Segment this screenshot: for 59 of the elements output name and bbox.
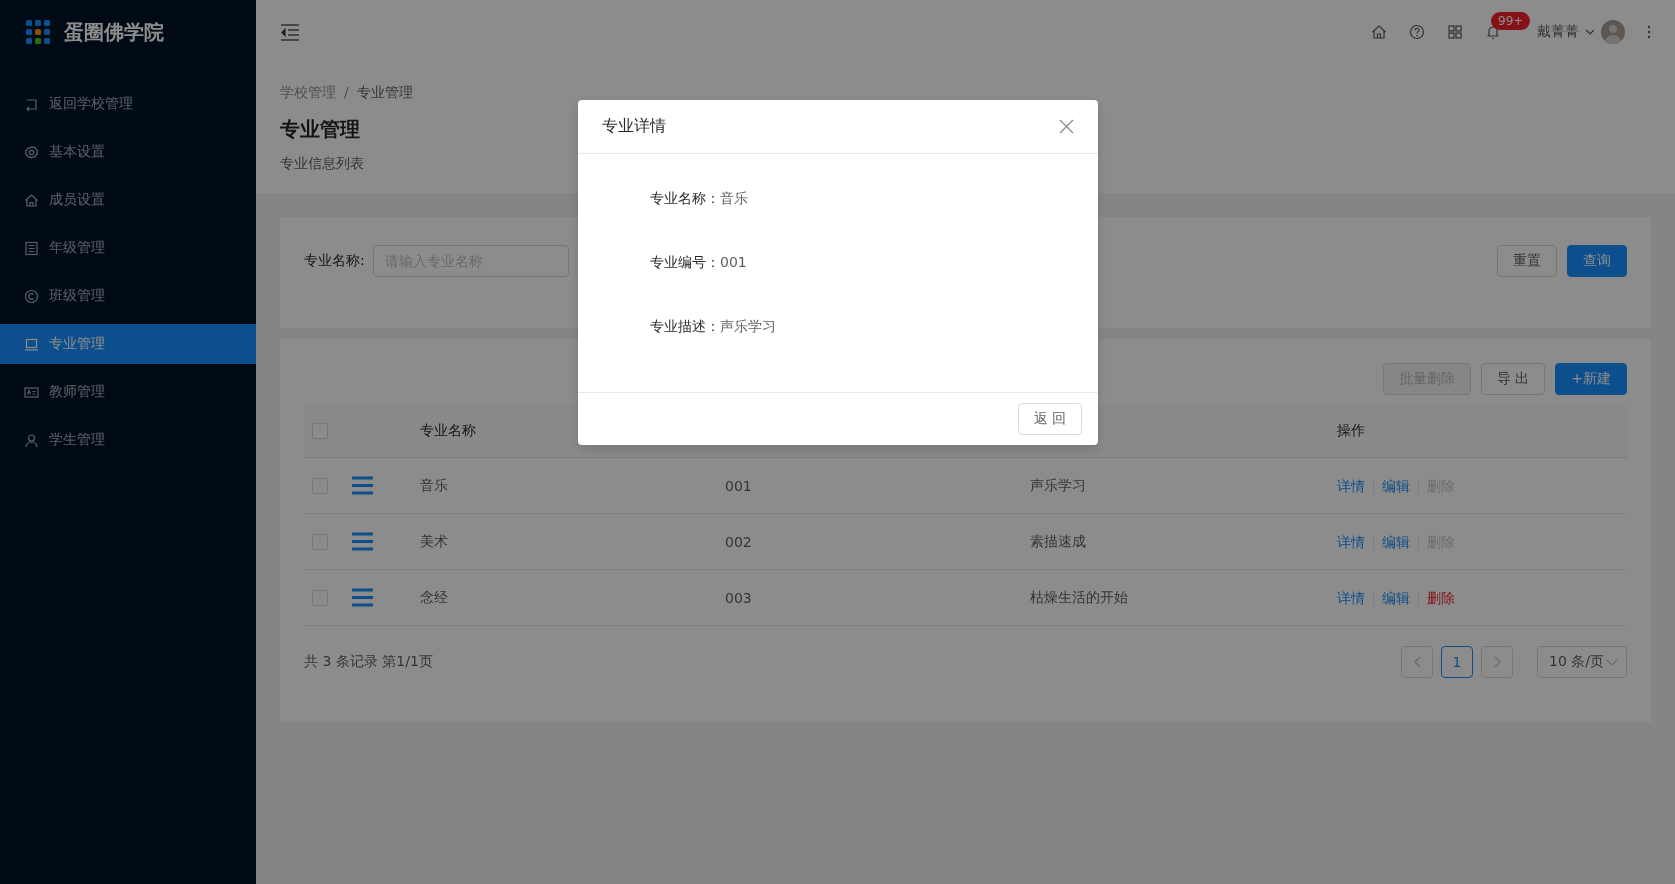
avatar-icon	[1601, 20, 1625, 44]
action-link[interactable]: 编辑	[1373, 590, 1418, 605]
close-icon[interactable]	[1059, 119, 1074, 134]
query-button[interactable]: 查询	[1567, 245, 1627, 277]
table-cell: 003	[725, 589, 752, 606]
record-summary: 共 3 条记录 第1/1页	[304, 653, 433, 671]
app-title: 蛋圈佛学院	[64, 18, 164, 46]
table-cell: 声乐学习	[1030, 476, 1086, 495]
page-title: 专业管理	[280, 116, 360, 143]
field-label: 专业名称：	[650, 189, 720, 208]
table-cell: 002	[725, 533, 752, 550]
table-cell: 001	[725, 477, 752, 494]
notification-badge: 99+	[1491, 12, 1531, 30]
action-link[interactable]: 编辑	[1373, 478, 1418, 493]
action-link[interactable]: 详情	[1337, 534, 1373, 549]
menu-item[interactable]: 年级管理	[0, 228, 256, 268]
action-link[interactable]: 编辑	[1373, 534, 1418, 549]
menu-item[interactable]: 班级管理	[0, 276, 256, 316]
menu-item[interactable]: 返回学校管理	[0, 84, 256, 124]
field-label: 专业编号：	[650, 253, 720, 272]
drag-handle-icon	[352, 588, 373, 607]
menu-item[interactable]: 教师管理	[0, 372, 256, 412]
drag-handle-icon	[352, 532, 373, 551]
page-button[interactable]: 1	[1441, 646, 1473, 678]
page-size-select[interactable]: 10 条/页	[1537, 646, 1627, 678]
table-cell: 素描速成	[1030, 532, 1086, 551]
next-page-button[interactable]	[1481, 646, 1513, 678]
field-value: 001	[720, 253, 747, 272]
delete-link[interactable]: 删除	[1418, 590, 1463, 605]
field-label: 专业描述：	[650, 317, 720, 336]
drag-handle-icon	[352, 476, 373, 495]
toolbar-button[interactable]: +新建	[1555, 363, 1627, 395]
prev-page-button[interactable]	[1401, 646, 1433, 678]
table-cell: 枯燥生活的开始	[1030, 588, 1128, 607]
action-link[interactable]: 详情	[1337, 590, 1373, 605]
column-header: 专业名称	[420, 422, 476, 440]
page-subtitle: 专业信息列表	[280, 155, 364, 173]
menu-item[interactable]: 专业管理	[0, 324, 256, 364]
table-cell: 念经	[420, 588, 448, 607]
laptop-icon	[24, 336, 39, 352]
field-value: 音乐	[720, 189, 748, 208]
table-cell: 音乐	[420, 476, 448, 495]
user-name[interactable]: 戴菁菁	[1537, 23, 1579, 41]
back-button[interactable]: 返 回	[1017, 403, 1082, 435]
reset-button[interactable]: 重置	[1497, 245, 1557, 277]
menu-item[interactable]: 基本设置	[0, 132, 256, 172]
menu-item[interactable]: 成员设置	[0, 180, 256, 220]
logo-icon	[26, 20, 50, 44]
column-header: 操作	[1337, 422, 1365, 440]
toolbar-button[interactable]: 导 出	[1480, 363, 1546, 395]
table-cell: 美术	[420, 532, 448, 551]
caret-icon	[1606, 658, 1618, 666]
action-link[interactable]: 详情	[1337, 478, 1373, 493]
field-label: 专业名称:	[304, 252, 365, 270]
breadcrumb-item: 专业管理	[356, 84, 413, 102]
menu-item[interactable]: 学生管理	[0, 420, 256, 460]
field-value: 声乐学习	[720, 317, 776, 336]
breadcrumb-separator: /	[344, 84, 349, 102]
dialog-title: 专业详情	[602, 116, 667, 137]
